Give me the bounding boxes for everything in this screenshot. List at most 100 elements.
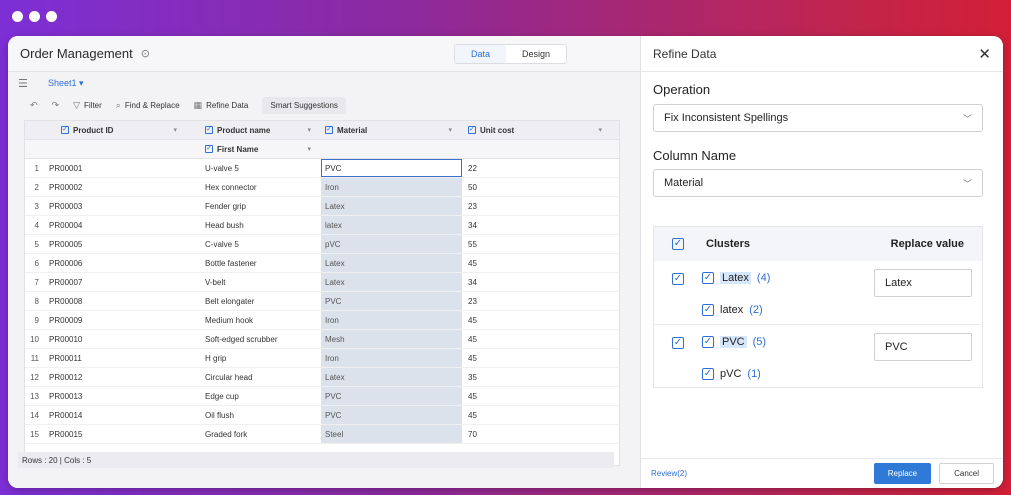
- cell-product-name[interactable]: Edge cup: [187, 392, 321, 401]
- cell-product-id[interactable]: PR00012: [45, 373, 187, 382]
- sheet-tab[interactable]: Sheet1 ▾: [48, 78, 84, 89]
- cell-product-id[interactable]: PR00007: [45, 278, 187, 287]
- checkbox-icon[interactable]: ✓: [468, 126, 476, 134]
- cell-product-name[interactable]: V-belt: [187, 278, 321, 287]
- cell-product-id[interactable]: PR00006: [45, 259, 187, 268]
- replace-button[interactable]: Replace: [873, 463, 932, 484]
- table-row[interactable]: 11 PR00011 H grip Iron 45: [25, 349, 619, 368]
- cell-material[interactable]: Latex: [321, 368, 462, 386]
- cell-material[interactable]: Latex: [321, 273, 462, 291]
- header-first-name[interactable]: ✓ First Name ▾: [187, 145, 321, 154]
- cell-product-name[interactable]: Circular head: [187, 373, 321, 382]
- cell-product-name[interactable]: Bottle fastener: [187, 259, 321, 268]
- cell-unit-cost[interactable]: 45: [462, 316, 612, 325]
- chevron-down-icon[interactable]: ▾: [307, 145, 311, 153]
- cell-product-id[interactable]: PR00015: [45, 430, 187, 439]
- chevron-down-icon[interactable]: ▾: [448, 126, 452, 134]
- window-dot-minimize[interactable]: [29, 11, 40, 22]
- replace-value-input[interactable]: PVC: [874, 333, 972, 361]
- cell-material[interactable]: PVC: [321, 387, 462, 405]
- cell-unit-cost[interactable]: 70: [462, 430, 612, 439]
- cell-unit-cost[interactable]: 34: [462, 278, 612, 287]
- cell-product-id[interactable]: PR00005: [45, 240, 187, 249]
- header-product-id[interactable]: ✓ Product ID ▾: [45, 126, 187, 135]
- cancel-button[interactable]: Cancel: [939, 463, 994, 484]
- cell-product-id[interactable]: PR00010: [45, 335, 187, 344]
- filter-button[interactable]: ▽ Filter: [73, 100, 102, 111]
- review-link[interactable]: Review(2): [651, 469, 687, 478]
- cell-material[interactable]: PVC: [321, 292, 462, 310]
- cell-product-name[interactable]: Belt elongater: [187, 297, 321, 306]
- cell-unit-cost[interactable]: 55: [462, 240, 612, 249]
- window-dot-close[interactable]: [12, 11, 23, 22]
- cell-product-name[interactable]: Head bush: [187, 221, 321, 230]
- table-row[interactable]: 6 PR00006 Bottle fastener Latex 45: [25, 254, 619, 273]
- tab-design[interactable]: Design: [506, 45, 566, 63]
- table-row[interactable]: 15 PR00015 Graded fork Steel 70: [25, 425, 619, 444]
- cell-product-name[interactable]: H grip: [187, 354, 321, 363]
- item-checkbox[interactable]: ✓: [702, 304, 714, 316]
- cell-material[interactable]: Iron: [321, 349, 462, 367]
- cell-product-name[interactable]: Soft-edged scrubber: [187, 335, 321, 344]
- undo-icon[interactable]: ↶: [30, 100, 38, 111]
- checkbox-icon[interactable]: ✓: [205, 126, 213, 134]
- cell-unit-cost[interactable]: 23: [462, 202, 612, 211]
- cell-material[interactable]: pVC: [321, 235, 462, 253]
- cell-product-id[interactable]: PR00011: [45, 354, 187, 363]
- table-row[interactable]: 2 PR00002 Hex connector Iron 50: [25, 178, 619, 197]
- table-row[interactable]: 7 PR00007 V-belt Latex 34: [25, 273, 619, 292]
- table-row[interactable]: 3 PR00003 Fender grip Latex 23: [25, 197, 619, 216]
- table-row[interactable]: 12 PR00012 Circular head Latex 35: [25, 368, 619, 387]
- cell-product-name[interactable]: Medium hook: [187, 316, 321, 325]
- hamburger-icon[interactable]: ☰: [18, 77, 40, 90]
- cell-product-id[interactable]: PR00014: [45, 411, 187, 420]
- cell-material[interactable]: Iron: [321, 311, 462, 329]
- window-dot-maximize[interactable]: [46, 11, 57, 22]
- cell-product-name[interactable]: U-valve 5: [187, 164, 321, 173]
- table-row[interactable]: 9 PR00009 Medium hook Iron 45: [25, 311, 619, 330]
- cell-material[interactable]: Latex: [321, 254, 462, 272]
- column-name-select[interactable]: Material ﹀: [653, 169, 983, 197]
- table-row[interactable]: 1 PR00001 U-valve 5 PVC 22: [25, 159, 619, 178]
- cell-product-id[interactable]: PR00003: [45, 202, 187, 211]
- cell-material[interactable]: Mesh: [321, 330, 462, 348]
- tab-data[interactable]: Data: [455, 45, 507, 63]
- refine-data-button[interactable]: ▦ Refine Data: [194, 100, 249, 111]
- table-row[interactable]: 4 PR00004 Head bush latex 34: [25, 216, 619, 235]
- cell-product-id[interactable]: PR00009: [45, 316, 187, 325]
- cell-product-id[interactable]: PR00001: [45, 164, 187, 173]
- cell-product-name[interactable]: C-valve 5: [187, 240, 321, 249]
- cell-unit-cost[interactable]: 34: [462, 221, 612, 230]
- cell-unit-cost[interactable]: 23: [462, 297, 612, 306]
- settings-icon[interactable]: ⊙: [141, 47, 150, 60]
- cell-product-id[interactable]: PR00013: [45, 392, 187, 401]
- item-checkbox[interactable]: ✓: [702, 272, 714, 284]
- close-icon[interactable]: ✕: [978, 45, 991, 63]
- cluster-checkbox[interactable]: ✓: [672, 337, 684, 349]
- cell-product-name[interactable]: Hex connector: [187, 183, 321, 192]
- cell-material[interactable]: Iron: [321, 178, 462, 196]
- cell-material[interactable]: latex: [321, 216, 462, 234]
- checkbox-icon[interactable]: ✓: [61, 126, 69, 134]
- cell-unit-cost[interactable]: 35: [462, 373, 612, 382]
- header-unit-cost[interactable]: ✓ Unit cost ▾: [462, 126, 612, 135]
- cell-product-name[interactable]: Fender grip: [187, 202, 321, 211]
- header-material[interactable]: ✓ Material ▾: [321, 126, 462, 135]
- cell-unit-cost[interactable]: 50: [462, 183, 612, 192]
- cell-material[interactable]: PVC: [321, 159, 462, 177]
- chevron-down-icon[interactable]: ▾: [173, 126, 177, 134]
- find-replace-button[interactable]: ⌕ Find & Replace: [116, 100, 180, 111]
- operation-select[interactable]: Fix Inconsistent Spellings ﹀: [653, 104, 983, 132]
- table-row[interactable]: 5 PR00005 C-valve 5 pVC 55: [25, 235, 619, 254]
- cell-unit-cost[interactable]: 45: [462, 392, 612, 401]
- table-row[interactable]: 14 PR00014 Oil flush PVC 45: [25, 406, 619, 425]
- cell-unit-cost[interactable]: 22: [462, 164, 612, 173]
- cell-product-id[interactable]: PR00004: [45, 221, 187, 230]
- redo-icon[interactable]: ↷: [52, 100, 60, 111]
- table-row[interactable]: 13 PR00013 Edge cup PVC 45: [25, 387, 619, 406]
- checkbox-icon[interactable]: ✓: [205, 145, 213, 153]
- cell-product-id[interactable]: PR00002: [45, 183, 187, 192]
- cell-product-name[interactable]: Oil flush: [187, 411, 321, 420]
- cluster-checkbox[interactable]: ✓: [672, 273, 684, 285]
- table-row[interactable]: 10 PR00010 Soft-edged scrubber Mesh 45: [25, 330, 619, 349]
